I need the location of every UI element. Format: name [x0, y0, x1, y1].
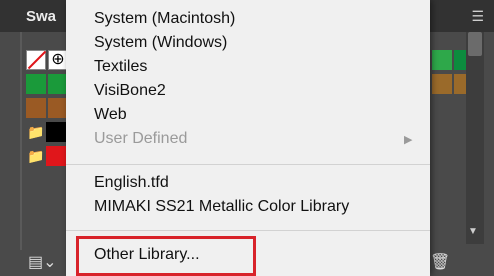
swatch-row: [26, 74, 70, 96]
menu-item-mimaki-ss21[interactable]: MIMAKI SS21 Metallic Color Library: [94, 198, 349, 216]
menu-item-visibone2[interactable]: VisiBone2: [94, 82, 166, 100]
menu-separator: [66, 230, 430, 231]
panel-divider: [20, 32, 22, 252]
brown-swatch[interactable]: [48, 98, 68, 118]
swatch-libraries-menu: System (Macintosh) System (Windows) Text…: [66, 0, 430, 276]
scrollbar-thumb[interactable]: [468, 32, 482, 56]
highlight-annotation: [76, 236, 256, 276]
green-swatch[interactable]: [26, 74, 46, 94]
black-swatch[interactable]: [46, 122, 66, 142]
trash-icon[interactable]: 🗑: [430, 252, 450, 272]
menu-separator: [66, 164, 430, 165]
panel-menu-icon[interactable]: ☰: [471, 8, 484, 25]
folder-icon[interactable]: 📁: [26, 122, 46, 142]
swatch-libraries-menu-icon[interactable]: ▤⌄: [28, 252, 57, 272]
swatch-row: 📁: [26, 146, 68, 168]
none-swatch[interactable]: [26, 50, 46, 70]
scrollbar-track[interactable]: [466, 32, 484, 244]
menu-item-web[interactable]: Web: [94, 106, 127, 124]
menu-item-user-defined: User Defined: [94, 130, 188, 147]
green-swatch[interactable]: [48, 74, 68, 94]
green-swatch[interactable]: [432, 50, 452, 70]
scroll-down-arrow-icon[interactable]: ▼: [468, 226, 478, 237]
submenu-arrow-icon: ▶: [404, 134, 413, 146]
menu-item-system-macintosh[interactable]: System (Macintosh): [94, 10, 235, 28]
registration-swatch[interactable]: ⊕: [48, 50, 68, 70]
swatch-row: 📁: [26, 122, 68, 144]
brown-swatch[interactable]: [26, 98, 46, 118]
red-swatch[interactable]: [46, 146, 66, 166]
brown-swatch[interactable]: [432, 74, 452, 94]
menu-item-system-windows[interactable]: System (Windows): [94, 34, 227, 52]
menu-item-textiles[interactable]: Textiles: [94, 58, 147, 76]
swatch-row: [26, 98, 70, 120]
menu-item-english-tfd[interactable]: English.tfd: [94, 174, 169, 192]
folder-icon[interactable]: 📁: [26, 146, 46, 166]
swatch-row: ⊕: [26, 50, 70, 72]
swatches-tab[interactable]: Swa: [26, 8, 56, 25]
